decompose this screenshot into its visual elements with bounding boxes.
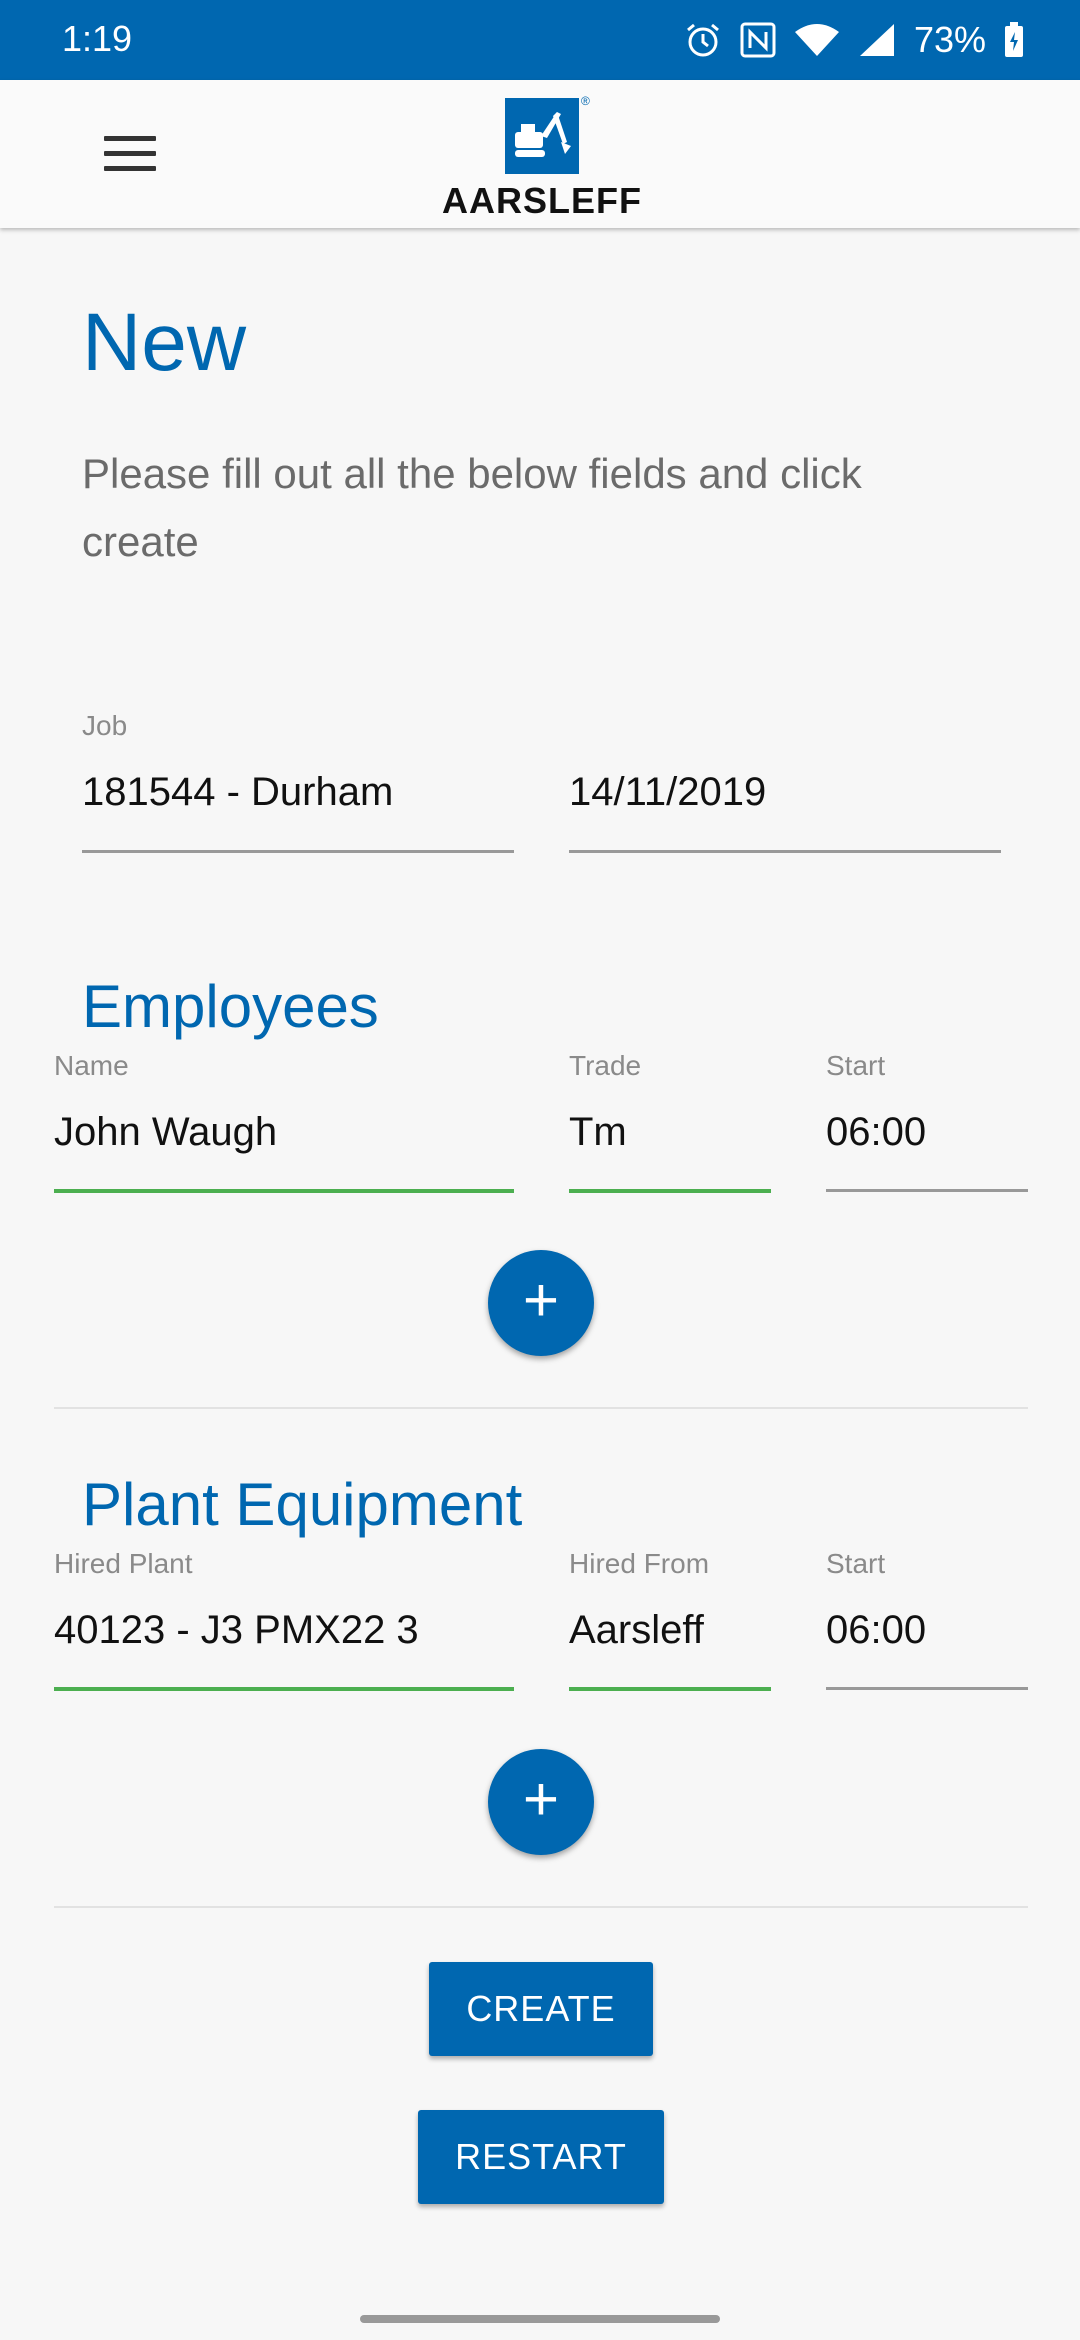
status-time: 1:19 [62,18,133,59]
create-button[interactable]: CREATE [429,1962,653,2056]
excavator-logo-icon [505,98,579,174]
section-divider [54,1407,1028,1409]
add-plant-button[interactable]: + [488,1749,594,1855]
hired-from-label: Hired From [569,1548,710,1579]
restart-button[interactable]: RESTART [418,2110,664,2204]
employee-start-label: Start [826,1050,886,1081]
logo-wordmark: AARSLEFF [442,180,642,221]
plant-start-label: Start [826,1548,886,1579]
page-intro: Please fill out all the below fields and… [82,450,862,565]
status-bar: 1:19 73% [0,0,1080,80]
page-title: New [82,297,247,388]
job-field[interactable]: 181544 - Durham [82,770,393,815]
date-field-underline [569,850,1001,853]
employee-trade-underline [569,1189,771,1193]
employee-start-underline [826,1189,1028,1192]
home-indicator[interactable] [360,2315,720,2323]
hired-plant-field[interactable]: 40123 - J3 PMX22 3 [54,1608,419,1653]
status-icons: 73% [684,14,1024,66]
employee-trade-label: Trade [569,1050,642,1081]
date-field[interactable]: 14/11/2019 [569,770,766,815]
registered-mark: ® [581,94,590,108]
wifi-icon [794,24,839,56]
employee-trade-field[interactable]: Tm [569,1110,627,1155]
alarm-icon [686,23,719,57]
plant-start-underline [826,1687,1028,1690]
nfc-icon [740,22,776,58]
hired-plant-underline [54,1687,514,1691]
employees-section-title: Employees [82,973,379,1040]
employee-name-field[interactable]: John Waugh [54,1110,277,1155]
hired-plant-label: Hired Plant [54,1548,193,1579]
app-bar: ® AARSLEFF [0,80,1080,228]
employee-name-underline [54,1189,514,1193]
employee-start-field[interactable]: 06:00 [826,1110,926,1155]
add-employee-button[interactable]: + [488,1250,594,1356]
plant-start-field[interactable]: 06:00 [826,1608,926,1653]
battery-percent: 73% [913,19,986,60]
employee-name-label: Name [54,1050,129,1081]
hamburger-menu-icon[interactable] [104,136,156,176]
hired-from-underline [569,1687,771,1691]
hired-from-field[interactable]: Aarsleff [569,1608,704,1653]
job-field-underline [82,850,514,853]
plus-icon: + [522,1765,560,1834]
signal-icon [859,24,894,56]
aarsleff-logo: ® AARSLEFF [432,94,652,224]
section-divider [54,1906,1028,1908]
job-label: Job [82,710,128,741]
plus-icon: + [522,1266,560,1335]
plant-section-title: Plant Equipment [82,1471,523,1538]
battery-icon [1005,22,1023,57]
